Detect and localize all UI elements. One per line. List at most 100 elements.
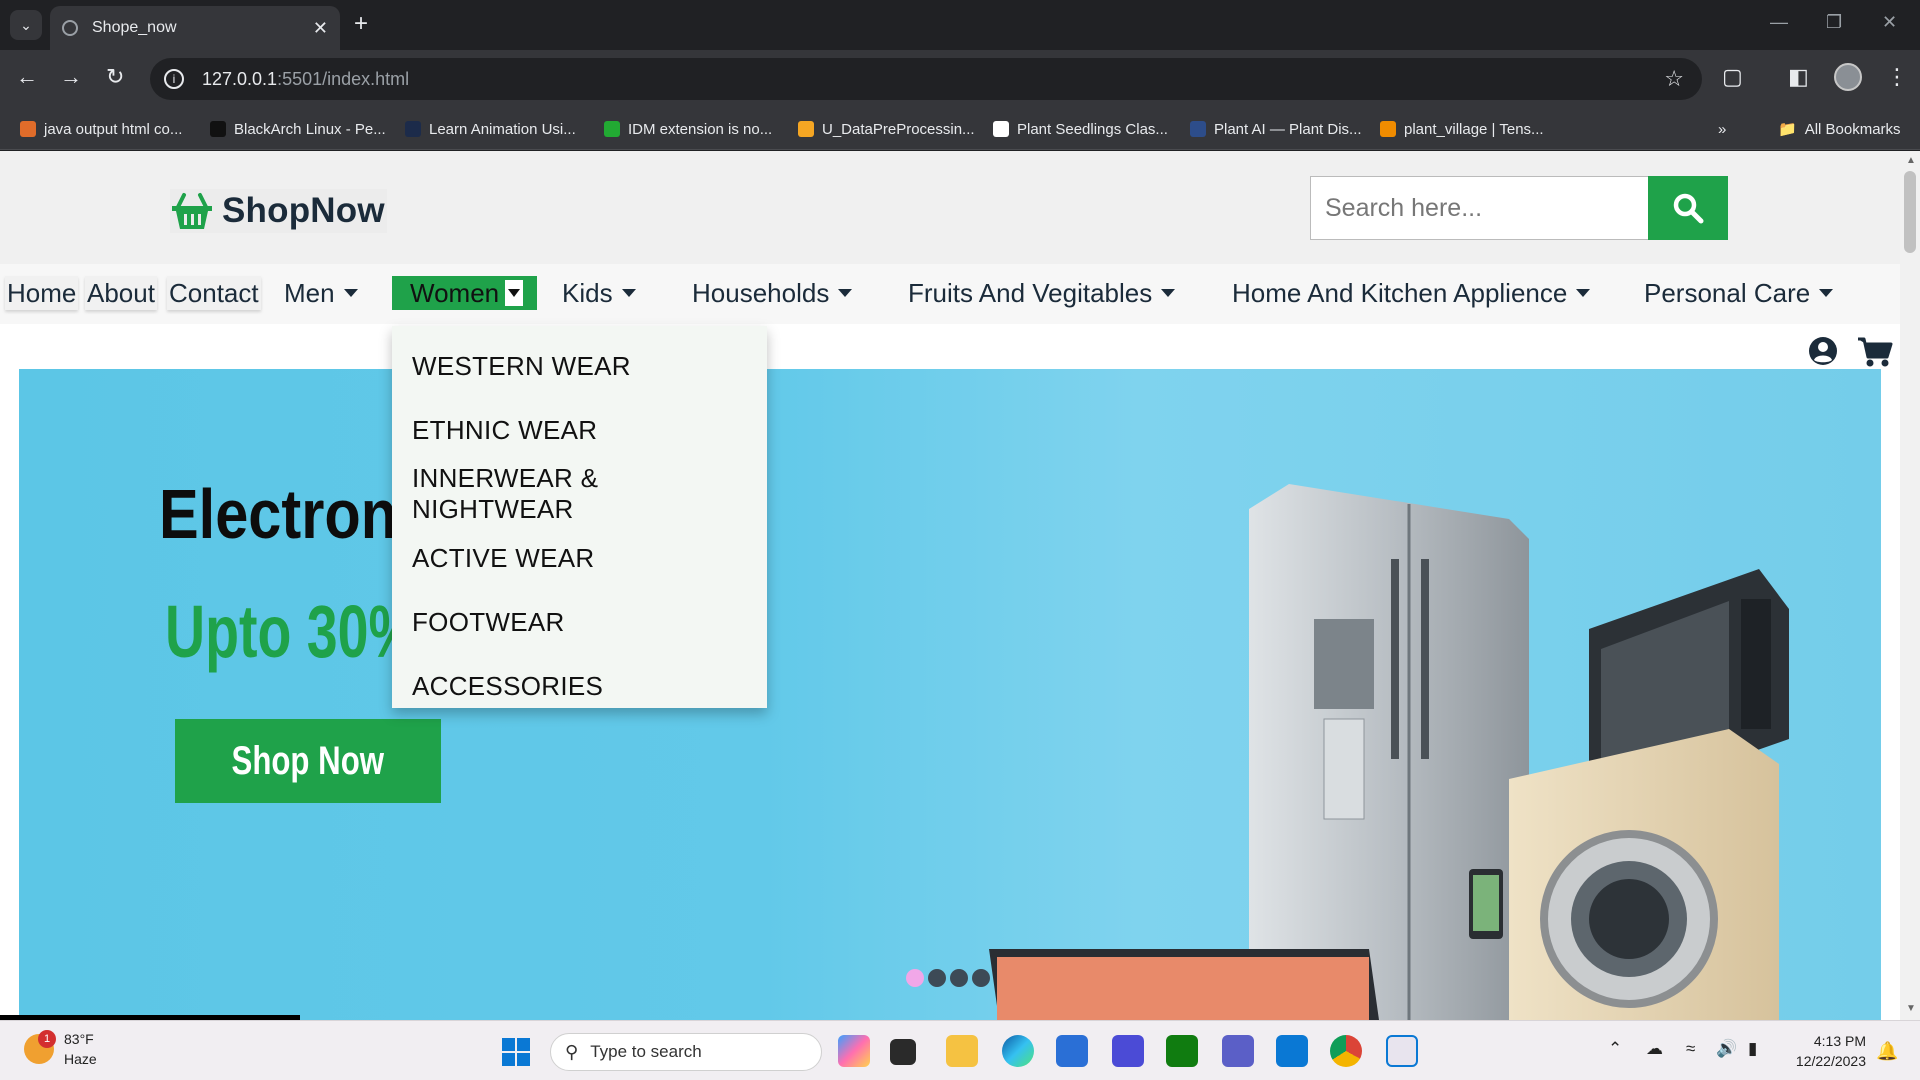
- dropdown-item-ethnic-wear[interactable]: ETHNIC WEAR: [392, 398, 767, 462]
- bookmark-item[interactable]: BlackArch Linux - Pe...: [210, 108, 386, 150]
- bookmark-item[interactable]: plant_village | Tens...: [1380, 108, 1544, 150]
- forward-icon[interactable]: →: [60, 64, 82, 90]
- notification-bell-icon[interactable]: 🔔: [1876, 1041, 1898, 1062]
- taskbar-search[interactable]: ⚲ Type to search: [550, 1033, 822, 1071]
- xbox-icon[interactable]: [1166, 1035, 1198, 1067]
- menu-contact[interactable]: Contact: [167, 276, 261, 310]
- battery-icon[interactable]: ▮: [1748, 1039, 1757, 1059]
- menu-kebab-icon[interactable]: ⋮: [1886, 64, 1908, 90]
- bookmark-favicon-icon: [405, 121, 421, 137]
- search-input[interactable]: [1325, 193, 1625, 223]
- bookmark-star-icon[interactable]: ☆: [1664, 66, 1684, 92]
- cart-icon[interactable]: [1857, 336, 1893, 368]
- menu-home-kitchen[interactable]: Home And Kitchen Applience: [1232, 276, 1591, 310]
- dropdown-item-active-wear[interactable]: ACTIVE WEAR: [392, 526, 767, 590]
- profile-avatar[interactable]: [1834, 63, 1862, 91]
- new-tab-button[interactable]: +: [354, 10, 368, 38]
- menu-label: Kids: [562, 277, 613, 308]
- teams-icon[interactable]: [1222, 1035, 1254, 1067]
- shop-now-button[interactable]: Shop Now: [175, 719, 441, 803]
- caret-down-icon: [1161, 289, 1176, 297]
- scrollbar-thumb[interactable]: [1904, 171, 1916, 253]
- dropdown-item-accessories[interactable]: ACCESSORIES: [392, 654, 767, 718]
- carousel-dot[interactable]: [972, 969, 990, 987]
- menu-kids[interactable]: Kids: [562, 276, 636, 310]
- more-bookmarks-icon[interactable]: »: [1718, 108, 1726, 150]
- edge-icon[interactable]: [1002, 1035, 1034, 1067]
- taskbar-search-placeholder: Type to search: [590, 1042, 702, 1061]
- bookmark-item[interactable]: Learn Animation Usi...: [405, 108, 576, 150]
- window-close-icon[interactable]: ✕: [1882, 12, 1897, 33]
- logo-text: ShopNow: [222, 191, 385, 230]
- page-scrollbar[interactable]: ▲ ▼: [1900, 151, 1920, 1020]
- bookmarks-bar: java output html co... BlackArch Linux -…: [0, 108, 1920, 150]
- bookmark-item[interactable]: U_DataPreProcessin...: [798, 108, 975, 150]
- windows-start-icon[interactable]: [502, 1038, 530, 1066]
- search-button[interactable]: [1648, 176, 1728, 240]
- reload-icon[interactable]: ↻: [106, 64, 124, 90]
- chrome-icon[interactable]: [1330, 1035, 1362, 1067]
- menu-households[interactable]: Households: [692, 276, 853, 310]
- store-icon[interactable]: [1056, 1035, 1088, 1067]
- weather-temp: 83°F: [64, 1031, 94, 1047]
- bookmark-favicon-icon: [210, 121, 226, 137]
- browser-tab[interactable]: Shope_now ✕: [50, 6, 340, 50]
- menu-fruits-vegetables[interactable]: Fruits And Vegitables: [908, 276, 1176, 310]
- weather-sun-icon: 1: [24, 1030, 56, 1064]
- volume-icon[interactable]: 🔊: [1716, 1039, 1737, 1059]
- menu-women[interactable]: Women: [392, 276, 537, 310]
- site-header: ShopNow: [0, 151, 1900, 264]
- tab-search-button[interactable]: ⌄: [10, 10, 42, 40]
- caret-down-icon: [505, 280, 524, 306]
- bookmark-label: java output html co...: [44, 120, 183, 138]
- dropdown-item-innerwear-nightwear[interactable]: INNERWEAR & NIGHTWEAR: [392, 462, 767, 526]
- search-field[interactable]: [1310, 176, 1650, 240]
- dropdown-item-western-wear[interactable]: WESTERN WEAR: [392, 334, 767, 398]
- file-explorer-icon[interactable]: [946, 1035, 978, 1067]
- back-icon[interactable]: ←: [16, 64, 38, 90]
- extensions-icon[interactable]: ▢: [1722, 64, 1743, 90]
- task-view-icon[interactable]: [890, 1039, 916, 1065]
- minimize-icon[interactable]: —: [1770, 12, 1788, 33]
- menu-label: Home: [7, 277, 77, 308]
- page-viewport: ShopNow Home About Contact Men Women Kid…: [0, 151, 1920, 1020]
- restore-icon[interactable]: ❐: [1826, 12, 1842, 33]
- menu-personal-care[interactable]: Personal Care: [1644, 276, 1834, 310]
- address-bar[interactable]: i 127.0.0.1:5501/index.html ☆: [150, 58, 1702, 100]
- menu-label: Households: [692, 277, 830, 308]
- side-panel-icon[interactable]: ◧: [1788, 64, 1809, 90]
- tray-chevron-icon[interactable]: ⌃: [1608, 1039, 1622, 1059]
- menu-label: Men: [284, 277, 335, 308]
- carousel-dot[interactable]: [906, 969, 924, 987]
- bookmark-item[interactable]: Plant Seedlings Clas...: [993, 108, 1168, 150]
- carousel-dot[interactable]: [928, 969, 946, 987]
- scroll-up-icon[interactable]: ▲: [1906, 155, 1916, 166]
- wifi-icon[interactable]: ≈: [1686, 1039, 1695, 1059]
- app-icon[interactable]: [1112, 1035, 1144, 1067]
- all-bookmarks[interactable]: 📁 All Bookmarks: [1778, 108, 1901, 150]
- caret-down-icon: [621, 289, 636, 297]
- snipping-tool-icon[interactable]: [1386, 1035, 1418, 1067]
- site-info-icon[interactable]: i: [164, 69, 184, 89]
- dropdown-item-footwear[interactable]: FOOTWEAR: [392, 590, 767, 654]
- menu-home[interactable]: Home: [5, 276, 79, 310]
- menu-label: Personal Care: [1644, 277, 1811, 308]
- user-account-icon[interactable]: [1808, 336, 1838, 366]
- carousel-dot[interactable]: [950, 969, 968, 987]
- site-logo[interactable]: ShopNow: [170, 189, 387, 233]
- weather-widget[interactable]: 1 83°F Haze: [24, 1029, 97, 1069]
- copilot-icon[interactable]: [838, 1035, 870, 1067]
- basket-icon: [172, 193, 212, 229]
- menu-men[interactable]: Men: [284, 276, 358, 310]
- menu-about[interactable]: About: [85, 276, 157, 310]
- bookmark-item[interactable]: Plant AI — Plant Dis...: [1190, 108, 1362, 150]
- bookmark-item[interactable]: IDM extension is no...: [604, 108, 772, 150]
- onedrive-icon[interactable]: ☁: [1646, 1039, 1663, 1059]
- bookmark-item[interactable]: java output html co...: [20, 108, 182, 150]
- scroll-down-icon[interactable]: ▼: [1906, 1003, 1916, 1014]
- tab-close-icon[interactable]: ✕: [313, 18, 328, 39]
- system-clock[interactable]: 4:13 PM 12/22/2023: [1786, 1031, 1866, 1071]
- menu-label: Home And Kitchen Applience: [1232, 277, 1568, 308]
- vscode-icon[interactable]: [1276, 1035, 1308, 1067]
- browser-toolbar: ← → ↻ i 127.0.0.1:5501/index.html ☆ ▢ ◧ …: [0, 50, 1920, 108]
